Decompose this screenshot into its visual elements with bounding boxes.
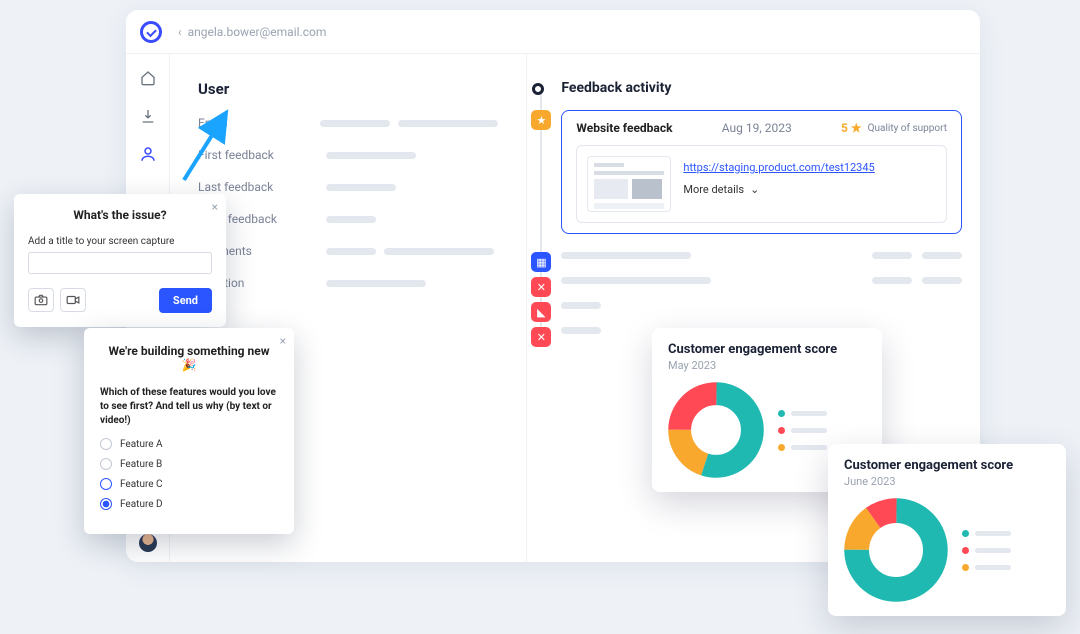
send-button[interactable]: Send bbox=[159, 288, 212, 313]
more-details[interactable]: More details⌄ bbox=[683, 183, 874, 196]
screenshot-thumb[interactable] bbox=[587, 156, 671, 212]
chevron-down-icon: ⌄ bbox=[750, 183, 759, 196]
timeline-dot bbox=[532, 83, 544, 95]
fb-tag: Quality of support bbox=[868, 123, 947, 134]
survey-modal: × We're building something new 🎉 Which o… bbox=[84, 328, 294, 534]
home-icon[interactable] bbox=[138, 68, 158, 88]
feedback-title: Feedback activity bbox=[561, 80, 962, 96]
legend bbox=[778, 410, 827, 451]
sc-title: Customer engagement score bbox=[668, 342, 866, 357]
sc-sub: June 2023 bbox=[844, 475, 1050, 488]
close-icon[interactable]: × bbox=[280, 334, 286, 348]
issue-title: What's the issue? bbox=[28, 208, 212, 222]
video-icon[interactable] bbox=[60, 288, 86, 312]
user-title: User bbox=[198, 80, 498, 98]
survey-question: Which of these features would you love t… bbox=[100, 386, 278, 428]
sc-title: Customer engagement score bbox=[844, 458, 1050, 473]
camera-icon[interactable] bbox=[28, 288, 54, 312]
sc-sub: May 2023 bbox=[668, 359, 866, 372]
download-icon[interactable] bbox=[138, 106, 158, 126]
score-card-june: Customer engagement score June 2023 bbox=[828, 444, 1066, 616]
fb-date: Aug 19, 2023 bbox=[722, 121, 792, 135]
logo-icon bbox=[140, 21, 162, 43]
bug-icon: ✕ bbox=[531, 277, 551, 297]
legend bbox=[962, 530, 1011, 571]
donut-chart-may bbox=[668, 382, 764, 478]
fb-url[interactable]: https://staging.product.com/test12345 bbox=[683, 161, 874, 174]
option-d[interactable]: Feature D bbox=[100, 498, 278, 510]
issue-input[interactable] bbox=[28, 252, 212, 274]
calendar-icon: ▦ bbox=[531, 252, 551, 272]
user-icon[interactable] bbox=[138, 144, 158, 164]
breadcrumb[interactable]: angela.bower@email.com bbox=[188, 25, 327, 39]
annotation-arrow bbox=[176, 108, 236, 188]
bug-icon-2: ✕ bbox=[531, 327, 551, 347]
star-icon: ★ bbox=[531, 110, 551, 130]
survey-title: We're building something new 🎉 bbox=[100, 344, 278, 372]
avatar[interactable] bbox=[139, 534, 157, 552]
issue-label: Add a title to your screen capture bbox=[28, 236, 212, 247]
option-a[interactable]: Feature A bbox=[100, 438, 278, 450]
issue-modal: × What's the issue? Add a title to your … bbox=[14, 194, 226, 327]
megaphone-icon: ◣ bbox=[531, 302, 551, 322]
fb-name: Website feedback bbox=[576, 121, 672, 135]
option-b[interactable]: Feature B bbox=[100, 458, 278, 470]
header: ‹ angela.bower@email.com bbox=[126, 10, 980, 54]
close-icon[interactable]: × bbox=[212, 200, 218, 214]
back-icon[interactable]: ‹ bbox=[178, 25, 182, 39]
option-c[interactable]: Feature C bbox=[100, 478, 278, 490]
donut-chart-june bbox=[844, 498, 948, 602]
feedback-card[interactable]: Website feedback Aug 19, 2023 5 ★Quality… bbox=[561, 110, 962, 234]
